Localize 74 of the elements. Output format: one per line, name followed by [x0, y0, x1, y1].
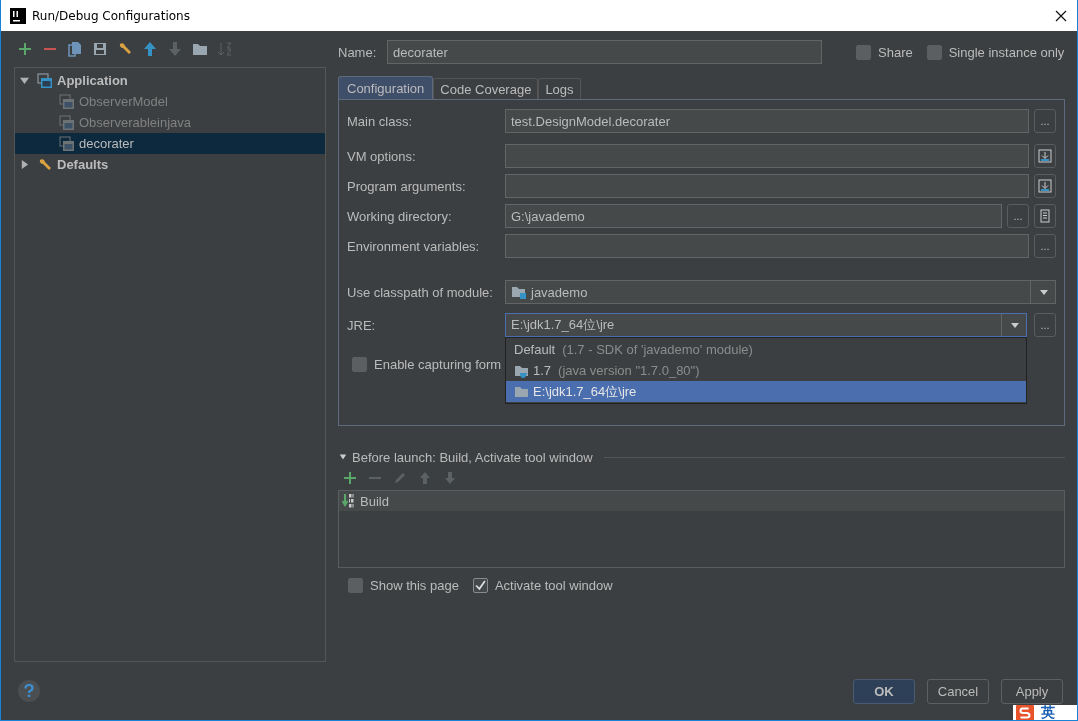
expand-arrow-icon[interactable] [19, 160, 29, 169]
wrench-icon [37, 156, 53, 173]
ok-button[interactable]: OK [853, 679, 915, 704]
checkbox[interactable] [926, 44, 942, 60]
tree-item[interactable]: decorater [15, 133, 325, 154]
name-field[interactable]: decorater [387, 40, 822, 64]
application-window-icon [59, 135, 75, 152]
add-icon[interactable] [17, 41, 33, 57]
text-field[interactable] [505, 144, 1029, 168]
ime-logo-icon [1015, 705, 1035, 720]
text-field[interactable]: test.DesignModel.decorater [505, 109, 1029, 133]
dialog-button[interactable]: Apply [1001, 679, 1063, 704]
field-label: VM options: [347, 148, 417, 164]
collapse-arrow-icon[interactable] [339, 453, 347, 461]
tab[interactable]: Code Coverage [433, 78, 539, 99]
wrench-icon[interactable] [117, 41, 133, 57]
browse-button[interactable]: ... [1034, 109, 1056, 133]
dropdown-option[interactable]: 1.7 (java version "1.7.0_80") [506, 360, 1026, 381]
expand-button[interactable] [1034, 174, 1056, 198]
browse-button[interactable]: ... [1007, 204, 1029, 228]
browse-button[interactable]: ... [1034, 313, 1056, 337]
jre-dropdown[interactable]: E:\jdk1.7_64位\jre [505, 313, 1027, 337]
checkbox[interactable] [472, 578, 488, 593]
close-icon[interactable] [1055, 9, 1067, 22]
arrow-up-icon[interactable] [142, 41, 158, 57]
ime-toolbar[interactable]: 英 [1013, 705, 1077, 720]
checkbox-label: Enable capturing form [374, 357, 502, 372]
document-icon [1038, 209, 1052, 223]
name-label: Name: [338, 44, 378, 60]
application-window-icon [37, 72, 53, 89]
expand-button[interactable] [1034, 144, 1056, 168]
add-icon[interactable] [342, 470, 358, 486]
field-label: JRE: [347, 317, 377, 333]
text-field[interactable] [505, 234, 1029, 258]
field-label: Use classpath of module: [347, 284, 494, 300]
module-folder-icon [511, 284, 527, 300]
browse-button[interactable]: ... [1034, 234, 1056, 258]
tab[interactable]: Logs [538, 78, 581, 99]
tree-item[interactable]: Defaults [15, 154, 325, 175]
build-icon [342, 493, 356, 509]
checkbox[interactable] [856, 44, 871, 60]
field-label: Main class: [347, 113, 414, 129]
field-label: Working directory: [347, 208, 453, 224]
folder-icon[interactable] [192, 41, 208, 57]
caret-icon [1039, 287, 1049, 297]
checkbox-label: Single instance only [948, 44, 1065, 60]
checkbox-label: Activate tool window [494, 578, 613, 593]
text-field[interactable] [505, 174, 1029, 198]
copy-icon[interactable] [67, 41, 83, 57]
field-label: Environment variables: [347, 238, 481, 254]
help-icon[interactable] [17, 679, 41, 703]
checkbox[interactable] [352, 357, 367, 372]
field-label: Program arguments: [347, 178, 467, 194]
task-item[interactable]: Build [339, 491, 1064, 511]
dropdown-option[interactable]: E:\jdk1.7_64位\jre [506, 381, 1026, 402]
document-button[interactable] [1034, 204, 1056, 228]
tab[interactable]: Configuration [338, 76, 434, 99]
app-logo-icon [10, 7, 26, 24]
text-field[interactable]: G:\javademo [505, 204, 1002, 228]
caret-icon [1010, 320, 1020, 330]
download-box-icon [1038, 149, 1052, 163]
download-box-icon [1038, 179, 1052, 193]
expand-arrow-icon[interactable] [19, 76, 29, 85]
dropdown-option[interactable]: Default (1.7 - SDK of 'javademo' module) [506, 339, 1026, 360]
checkbox-label: Show this page [370, 578, 459, 593]
section-title: Before launch: Build, Activate tool window [352, 449, 593, 465]
module-dropdown[interactable]: javademo [505, 280, 1056, 304]
checkbox[interactable] [348, 578, 363, 593]
application-window-icon [59, 93, 75, 110]
tree-item[interactable]: Application [15, 70, 325, 91]
window-title: Run/Debug Configurations [32, 8, 190, 23]
application-window-icon [59, 114, 75, 131]
dialog-button[interactable]: Cancel [927, 679, 989, 704]
checkbox-label: Share [878, 44, 913, 60]
